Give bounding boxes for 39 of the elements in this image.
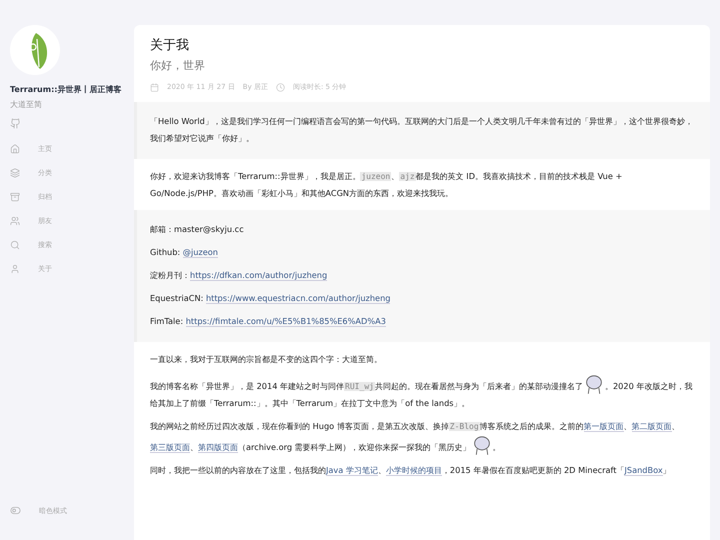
paragraph: 我的网站之前经历过四次改版，现在你看到的 Hugo 博客页面，是第五次改版、换掉Z-Blog博客系统之后的成果。之前的第一版页面、第二版页面、 第三版页面、第四版页面（archive.org 需要科学上网），欢迎你来探一探我的「黑历史」 。 <box>150 418 696 456</box>
text-link[interactable]: @juzeon <box>182 247 218 258</box>
text-link[interactable]: https://fimtale.com/u/%E5%B1%85%E6%AD%A3 <box>186 316 386 327</box>
friends-icon <box>10 216 20 226</box>
paragraph: 我的博客名称「异世界」，是 2014 年建站之时与同伴RUI_wj 共同起的。现在看居然与身为「后来者」的某部动漫撞名了 。2020 年改版之时，我给其加上了前缀「Terrarum::」。其中「Terrarum」在拉丁文中意为「of the lands」。 <box>150 374 696 412</box>
text-link[interactable]: 第二版页面 <box>632 421 672 432</box>
paragraph: EquestriaCN: https://www.equestriacn.com/author/juzheng <box>150 292 392 306</box>
sticker-icon <box>472 435 491 455</box>
article-subtitle: 你好，世界 <box>150 58 206 73</box>
layers-icon <box>10 168 20 178</box>
paragraph: 一直以来，我对于互联网的宗旨都是不变的这四个字：大道至简。 <box>150 353 383 366</box>
archive-icon <box>10 192 20 202</box>
text-link[interactable]: https://www.equestriacn.com/author/juzheng <box>206 293 390 304</box>
leaf-logo <box>10 25 60 75</box>
home-icon <box>10 144 20 154</box>
text-link[interactable]: https://dfkan.com/author/juzheng <box>190 270 328 281</box>
text-link[interactable]: 第四版页面 <box>198 442 238 453</box>
paragraph: 「Hello World」，这是我们学习任何一门编程语言会写的第一句代码。互联网的大门后是一个人类文明几千年未曾有过的「异世界」，这个世界很奇妙，我们希望对它说声「你好」。 <box>150 115 694 145</box>
article-title: 关于我 <box>150 37 190 54</box>
paragraph: Github: @juzeon <box>150 246 219 260</box>
clock-icon <box>276 82 285 92</box>
paragraph: 你好，欢迎来访我博客「Terrarum::异世界」，我是居正。juzeon、ajz都是我的英文 ID。我喜欢搞技术，目前的技术栈是 Vue + Go/Node.js/PHP。喜欢动画「彩虹小马」和其他ACGN方面的东西，欢迎来找我玩。 <box>150 170 624 200</box>
site-title: Terrarum::异世界丨居正博客 <box>10 84 122 95</box>
sticker-icon <box>584 374 603 394</box>
paragraph: 同时，我把一些以前的内容放在了这里，包括我的Java 学习笔记、小学时候的项目，2015 年暑假在百度贴吧更新的 2D Minecraft「JSandBox」 <box>150 464 672 478</box>
paragraph: 淀粉月刊：https://dfkan.com/author/juzheng <box>150 269 328 283</box>
text-link[interactable]: 第三版页面 <box>150 442 190 453</box>
text-link[interactable]: 小学时候的项目 <box>386 465 442 476</box>
text-link[interactable]: Java 学习笔记 <box>326 465 378 476</box>
site-tagline: 大道至简 <box>10 99 43 110</box>
calendar-icon <box>150 82 159 92</box>
toggle-switch[interactable] <box>10 505 21 516</box>
github-icon[interactable] <box>10 118 21 129</box>
text-link[interactable]: 第一版页面 <box>584 421 624 432</box>
search-icon <box>10 240 20 250</box>
text-link[interactable]: JSandBox <box>624 465 663 476</box>
user-icon <box>10 264 20 274</box>
paragraph: 邮箱：master@skyju.cc <box>150 223 245 236</box>
paragraph: FimTale: https://fimtale.com/u/%E5%B1%85%E6%AD%A3 <box>150 315 387 329</box>
